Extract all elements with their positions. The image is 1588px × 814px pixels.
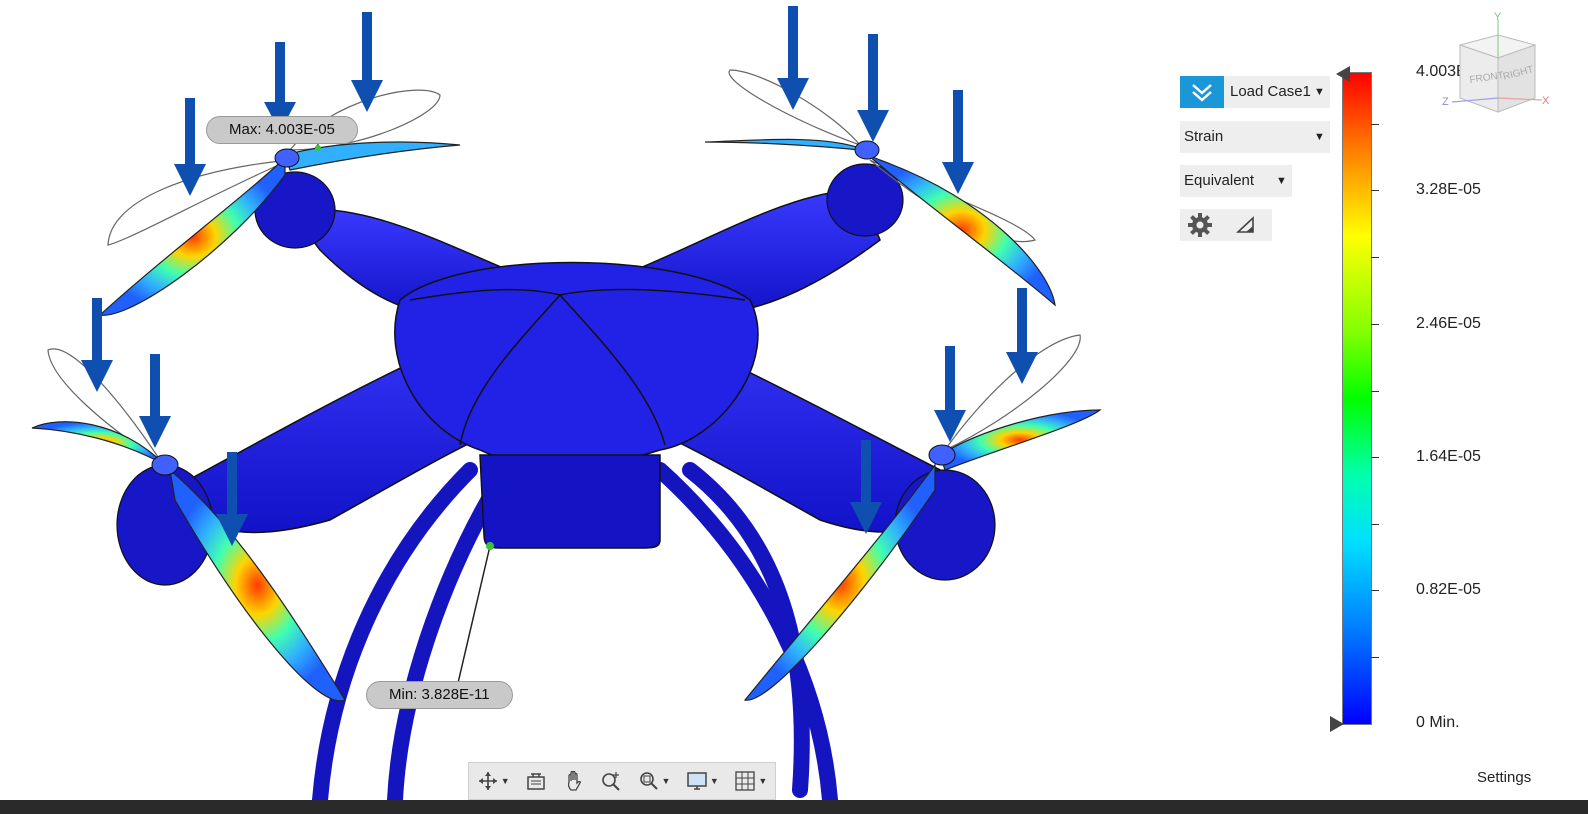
legend-min-marker[interactable]: [1330, 716, 1344, 732]
z-axis-label: Z: [1442, 96, 1449, 108]
min-probe-label[interactable]: Min: 3.828E-11: [366, 681, 513, 709]
chevron-down-icon[interactable]: ▼: [662, 776, 671, 786]
load-case-expand-icon[interactable]: [1180, 76, 1224, 108]
chevron-down-icon[interactable]: ▼: [710, 776, 719, 786]
legend-min-label: 0 Min.: [1416, 714, 1460, 731]
legend-tick: [1371, 324, 1379, 325]
y-axis-label: Y: [1494, 11, 1502, 23]
legend-tick: [1371, 590, 1379, 591]
chevron-down-icon: ▼: [1276, 175, 1287, 187]
legend-label: 3.28E-05: [1416, 181, 1481, 198]
legend-tick: [1371, 190, 1379, 191]
legend-tick: [1371, 524, 1379, 525]
legend-label: 0.82E-05: [1416, 581, 1481, 598]
orbit-icon[interactable]: ▼: [477, 770, 510, 792]
navigation-toolbar: ▼ ▼ ▼ ▼: [468, 762, 776, 800]
settings-link[interactable]: Settings: [1477, 769, 1531, 786]
window-bottom-edge: [0, 800, 1588, 814]
zoom-icon[interactable]: [600, 770, 622, 792]
legend-color-bar: [1342, 72, 1372, 725]
result-type-dropdown[interactable]: Strain ▼: [1180, 121, 1330, 153]
legend-tick: [1371, 391, 1379, 392]
chevron-down-icon: ▼: [1314, 131, 1325, 143]
pan-icon[interactable]: [563, 770, 585, 792]
look-at-icon[interactable]: [525, 770, 547, 792]
legend-tick: [1371, 257, 1379, 258]
load-case-label: Load Case1: [1230, 83, 1311, 100]
result-tools: [1180, 209, 1272, 241]
chevron-down-icon[interactable]: ▼: [758, 776, 767, 786]
grid-icon[interactable]: ▼: [734, 770, 767, 792]
legend-tick: [1371, 657, 1379, 658]
result-type-value: Strain: [1184, 128, 1224, 145]
x-axis-label: X: [1542, 95, 1550, 107]
chevron-down-icon: ▼: [1314, 86, 1325, 98]
gear-icon[interactable]: [1188, 213, 1212, 237]
deformation-scale-icon[interactable]: [1236, 215, 1256, 235]
viewcube[interactable]: FRONT RIGHT Y Z X: [1440, 10, 1560, 120]
max-probe-label[interactable]: Max: 4.003E-05: [206, 116, 358, 144]
display-settings-icon[interactable]: ▼: [686, 770, 719, 792]
component-value: Equivalent: [1184, 172, 1255, 189]
load-case-selector[interactable]: Load Case1 ▼: [1180, 76, 1330, 108]
max-probe-point: [315, 145, 321, 151]
chevron-down-icon[interactable]: ▼: [501, 776, 510, 786]
component-dropdown[interactable]: Equivalent ▼: [1180, 165, 1292, 197]
legend-label: 1.64E-05: [1416, 448, 1481, 465]
legend-tick: [1371, 124, 1379, 125]
legend-max-marker[interactable]: [1336, 66, 1350, 82]
min-probe-point: [486, 542, 494, 550]
zoom-window-icon[interactable]: ▼: [638, 770, 671, 792]
legend-label: 2.46E-05: [1416, 315, 1481, 332]
legend-tick: [1371, 457, 1379, 458]
